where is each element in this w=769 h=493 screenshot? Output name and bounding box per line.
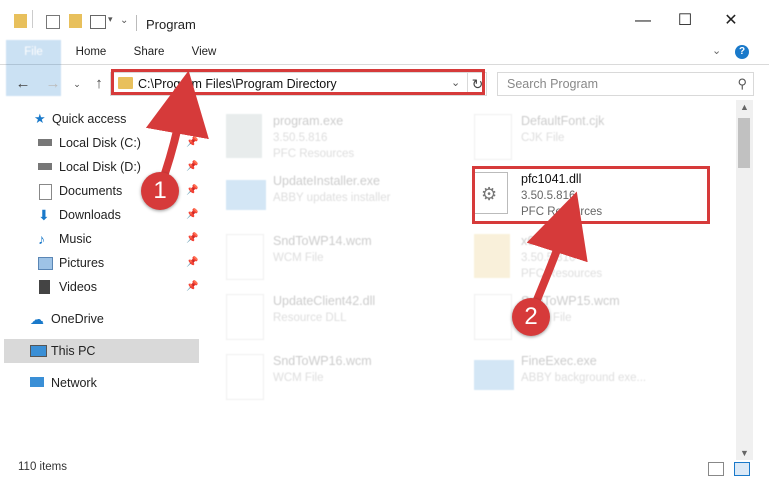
step-badge-1: 1: [141, 172, 179, 210]
step-badge-2: 2: [512, 298, 550, 336]
explorer-window: ▾ ⌄ Program — ☐ ✕ File Home Share View ⌄…: [0, 0, 769, 493]
annotation-arrows: [145, 70, 588, 314]
